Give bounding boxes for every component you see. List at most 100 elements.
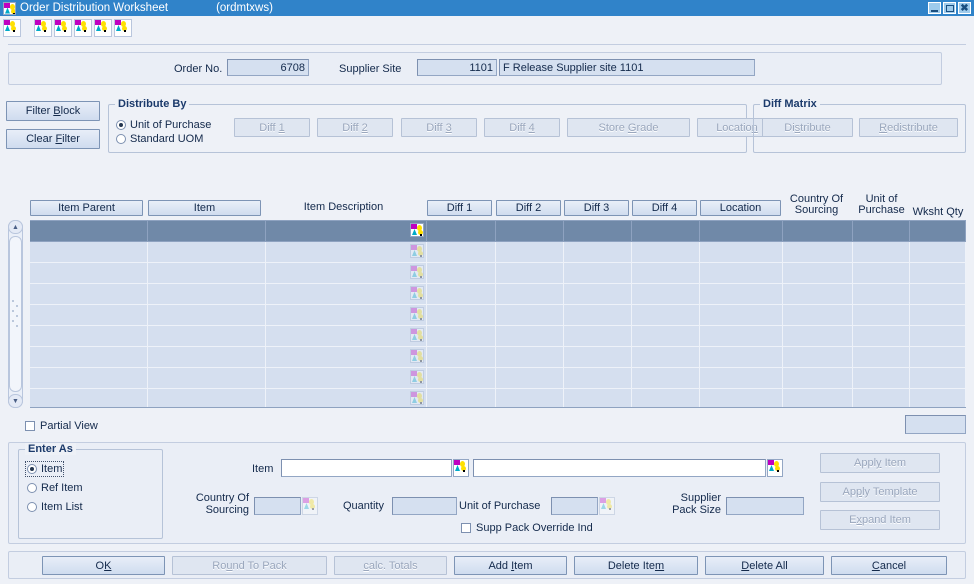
toolbar-button-4[interactable] <box>74 19 92 37</box>
cell-location[interactable] <box>700 305 783 326</box>
column-header-diff-4[interactable]: Diff 4 <box>632 200 697 216</box>
column-header-item-parent[interactable]: Item Parent <box>30 200 143 216</box>
diff-3-button[interactable]: Diff 3 <box>401 118 477 137</box>
toolbar-button-1[interactable] <box>3 19 21 37</box>
table-row[interactable] <box>30 326 966 347</box>
store-grade-button[interactable]: Store Grade <box>567 118 690 137</box>
apply-template-button[interactable]: Apply Template <box>820 482 940 502</box>
cell-diff-3[interactable] <box>564 284 632 305</box>
cell-wksht-qty[interactable] <box>910 221 966 242</box>
supp-pack-override-checkbox[interactable]: Supp Pack Override Ind <box>461 522 593 534</box>
cell-unit-of-purchase[interactable] <box>853 305 910 326</box>
calc-totals-button[interactable]: calc. Totals <box>334 556 447 575</box>
ok-button[interactable]: OK <box>42 556 165 575</box>
cell-diff-3[interactable] <box>564 347 632 368</box>
cell-item-description[interactable] <box>266 368 427 389</box>
cell-item-parent[interactable] <box>30 326 148 347</box>
cell-item[interactable] <box>148 242 266 263</box>
cell-diff-4[interactable] <box>632 263 700 284</box>
cell-unit-of-purchase[interactable] <box>853 389 910 407</box>
cell-diff-1[interactable] <box>427 389 496 407</box>
item-description-lov-icon[interactable] <box>410 349 424 363</box>
cell-diff-4[interactable] <box>632 347 700 368</box>
cell-diff-1[interactable] <box>427 305 496 326</box>
toolbar-button-6[interactable] <box>114 19 132 37</box>
cell-country-of-sourcing[interactable] <box>783 242 853 263</box>
cell-country-of-sourcing[interactable] <box>783 326 853 347</box>
cell-diff-4[interactable] <box>632 305 700 326</box>
cell-diff-1[interactable] <box>427 242 496 263</box>
scroll-down-icon[interactable]: ▼ <box>8 394 23 408</box>
cell-diff-1[interactable] <box>427 263 496 284</box>
cell-item-description[interactable] <box>266 221 427 242</box>
cell-wksht-qty[interactable] <box>910 305 966 326</box>
cell-wksht-qty[interactable] <box>910 389 966 407</box>
scrollbar-thumb[interactable] <box>9 236 22 392</box>
cell-item-description[interactable] <box>266 326 427 347</box>
quantity-input[interactable] <box>392 497 457 515</box>
delete-item-button[interactable]: Delete Item <box>574 556 698 575</box>
cell-location[interactable] <box>700 326 783 347</box>
supplier-pack-size-input[interactable] <box>726 497 804 515</box>
cell-location[interactable] <box>700 221 783 242</box>
cell-item-parent[interactable] <box>30 284 148 305</box>
cell-location[interactable] <box>700 284 783 305</box>
table-row[interactable] <box>30 368 966 389</box>
radio-enter-as-ref-item[interactable]: Ref Item <box>27 482 83 494</box>
cell-diff-2[interactable] <box>496 305 564 326</box>
item-description-input[interactable] <box>473 459 766 477</box>
item-description-lov-icon[interactable] <box>767 459 783 477</box>
cell-location[interactable] <box>700 389 783 407</box>
cell-item-description[interactable] <box>266 347 427 368</box>
cell-item-parent[interactable] <box>30 221 148 242</box>
cell-wksht-qty[interactable] <box>910 263 966 284</box>
table-row[interactable] <box>30 263 966 284</box>
item-description-lov-icon[interactable] <box>410 244 424 258</box>
cell-item-description[interactable] <box>266 284 427 305</box>
cell-location[interactable] <box>700 242 783 263</box>
round-to-pack-button[interactable]: Round To Pack <box>172 556 327 575</box>
table-body[interactable] <box>30 220 966 408</box>
cell-diff-4[interactable] <box>632 326 700 347</box>
cell-item[interactable] <box>148 221 266 242</box>
column-header-diff-1[interactable]: Diff 1 <box>427 200 492 216</box>
cell-wksht-qty[interactable] <box>910 326 966 347</box>
cell-unit-of-purchase[interactable] <box>853 221 910 242</box>
cell-wksht-qty[interactable] <box>910 242 966 263</box>
cell-diff-2[interactable] <box>496 263 564 284</box>
cell-item-description[interactable] <box>266 389 427 407</box>
cell-diff-4[interactable] <box>632 389 700 407</box>
cell-location[interactable] <box>700 368 783 389</box>
radio-unit-of-purchase[interactable]: Unit of Purchase <box>116 119 211 131</box>
country-of-sourcing-input[interactable] <box>254 497 301 515</box>
cell-diff-3[interactable] <box>564 389 632 407</box>
item-lov-icon[interactable] <box>453 459 469 477</box>
cell-country-of-sourcing[interactable] <box>783 347 853 368</box>
cancel-button[interactable]: Cancel <box>831 556 947 575</box>
column-header-item[interactable]: Item <box>148 200 261 216</box>
unit-of-purchase-lov-icon[interactable] <box>599 497 615 515</box>
cell-item[interactable] <box>148 263 266 284</box>
cell-item-parent[interactable] <box>30 263 148 284</box>
toolbar-button-5[interactable] <box>94 19 112 37</box>
cell-unit-of-purchase[interactable] <box>853 284 910 305</box>
cell-diff-4[interactable] <box>632 242 700 263</box>
item-description-lov-icon[interactable] <box>410 328 424 342</box>
cell-diff-2[interactable] <box>496 347 564 368</box>
add-item-button[interactable]: Add Item <box>454 556 567 575</box>
delete-all-button[interactable]: Delete All <box>705 556 824 575</box>
cell-item[interactable] <box>148 305 266 326</box>
cell-diff-3[interactable] <box>564 263 632 284</box>
cell-location[interactable] <box>700 347 783 368</box>
cell-unit-of-purchase[interactable] <box>853 347 910 368</box>
cell-item[interactable] <box>148 368 266 389</box>
partial-view-checkbox[interactable]: Partial View <box>25 420 98 432</box>
cell-diff-4[interactable] <box>632 221 700 242</box>
clear-filter-button[interactable]: Clear Filter <box>6 129 100 149</box>
cell-diff-1[interactable] <box>427 368 496 389</box>
unit-of-purchase-input[interactable] <box>551 497 598 515</box>
radio-enter-as-item[interactable]: Item <box>24 461 65 477</box>
cell-wksht-qty[interactable] <box>910 284 966 305</box>
cell-diff-1[interactable] <box>427 221 496 242</box>
cell-wksht-qty[interactable] <box>910 368 966 389</box>
